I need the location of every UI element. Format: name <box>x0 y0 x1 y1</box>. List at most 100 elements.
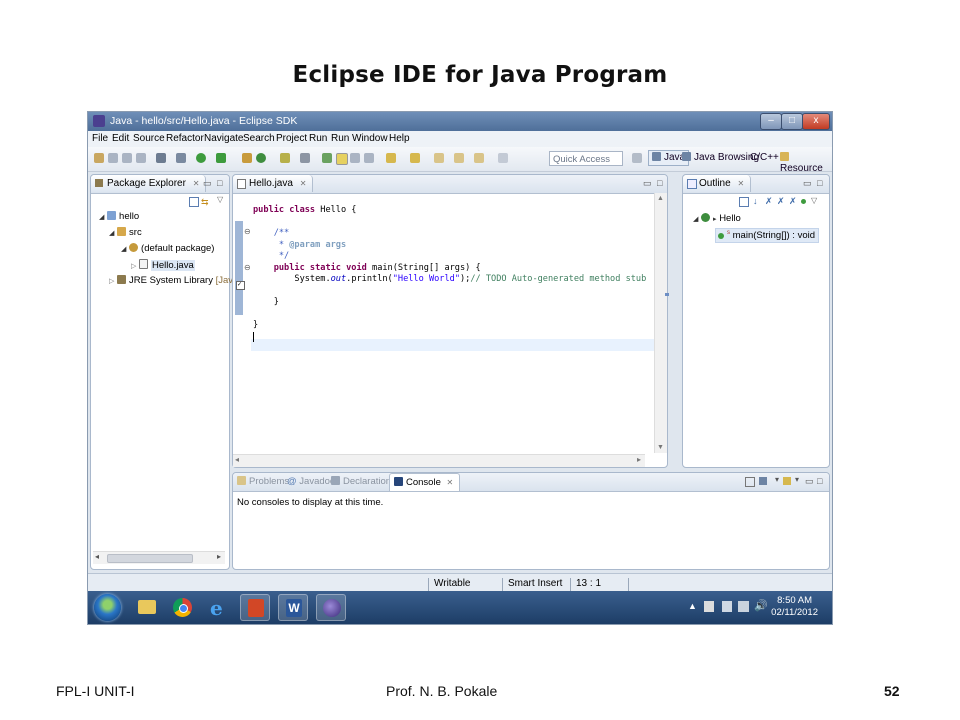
close-tab-icon[interactable]: ✕ <box>447 478 454 487</box>
previous-edit-icon[interactable] <box>410 153 420 163</box>
close-button[interactable]: x <box>802 113 830 130</box>
hide-static-icon[interactable]: ✗ <box>777 196 785 207</box>
action-center-icon[interactable] <box>704 601 714 612</box>
block-selection-icon[interactable] <box>364 153 374 163</box>
save-all-icon[interactable] <box>122 153 132 163</box>
perspective-cpp[interactable]: C/C++ <box>750 152 779 163</box>
search-icon[interactable] <box>300 153 310 163</box>
pin-console-icon[interactable] <box>783 477 791 485</box>
word-icon[interactable]: W <box>278 594 308 621</box>
skip-breakpoints-icon[interactable] <box>156 153 166 163</box>
last-edit-icon[interactable] <box>474 153 484 163</box>
link-with-editor-icon[interactable]: ⇆ <box>201 197 209 208</box>
powerpoint-icon[interactable] <box>240 594 270 621</box>
hide-fields-icon[interactable]: ✗ <box>765 196 773 207</box>
fold-icon[interactable]: ⊖ <box>244 227 251 236</box>
tab-console[interactable]: Console ✕ <box>389 473 461 491</box>
menu-edit[interactable]: Edit <box>112 133 129 144</box>
tab-javadoc[interactable]: @ Javadoc <box>287 476 335 487</box>
close-tab-icon[interactable]: ✕ <box>193 179 200 188</box>
perspective-java-browsing[interactable]: Java Browsing <box>682 152 759 163</box>
save-icon[interactable] <box>108 153 118 163</box>
maximize-button[interactable]: □ <box>781 113 803 130</box>
open-console-icon[interactable] <box>745 477 755 487</box>
hide-nonpublic-icon[interactable]: ✗ <box>789 196 797 207</box>
menu-navigate[interactable]: Navigate <box>204 133 243 144</box>
quick-access-input[interactable]: Quick Access <box>549 151 623 166</box>
show-whitespace-icon[interactable] <box>350 153 360 163</box>
close-tab-icon[interactable]: ✕ <box>737 179 744 188</box>
close-tab-icon[interactable]: ✕ <box>300 179 307 188</box>
minimize-view-icon[interactable]: ▭ <box>803 178 812 189</box>
print-icon[interactable] <box>136 153 146 163</box>
volume-icon[interactable]: 🔊 <box>754 599 768 612</box>
fold-icon[interactable]: ⊖ <box>244 263 251 272</box>
open-perspective-icon[interactable] <box>632 153 642 163</box>
display-console-icon[interactable] <box>759 477 767 485</box>
system-clock[interactable]: 8:50 AM 02/11/2012 <box>771 595 818 619</box>
debug-icon[interactable] <box>176 153 186 163</box>
tree-item-jre-library[interactable]: ▷ JRE System Library [JavaSE <box>109 275 251 286</box>
view-menu-icon[interactable]: ▽ <box>217 195 223 204</box>
tree-item-hello[interactable]: ◢ hello <box>99 211 139 222</box>
maximize-editor-icon[interactable]: □ <box>657 178 662 188</box>
collapse-all-icon[interactable] <box>739 197 749 207</box>
new-package-icon[interactable] <box>242 153 252 163</box>
editor-hscroll[interactable]: ◂ ▸ <box>233 454 645 467</box>
tab-hello-java[interactable]: Hello.java ✕ <box>233 175 314 192</box>
next-annotation-icon[interactable] <box>322 153 332 163</box>
menu-search[interactable]: Search <box>243 133 275 144</box>
menu-run[interactable]: Run <box>309 133 327 144</box>
menu-refactor[interactable]: Refactor <box>166 133 204 144</box>
toggle-mark-occurrences-icon[interactable] <box>336 153 348 165</box>
menu-run-2[interactable]: Run <box>331 133 349 144</box>
tab-declaration[interactable]: Declaration <box>331 476 391 487</box>
menu-file[interactable]: File <box>92 133 108 144</box>
run-icon[interactable] <box>196 153 206 163</box>
maximize-view-icon[interactable]: □ <box>817 178 822 188</box>
menu-help[interactable]: Help <box>389 133 410 144</box>
chrome-icon[interactable] <box>168 594 198 621</box>
minimize-button[interactable]: – <box>760 113 782 130</box>
back-icon[interactable] <box>434 153 444 163</box>
tree-item-src[interactable]: ◢ src <box>109 227 142 238</box>
outline-item-main[interactable]: s main(String[]) : void <box>715 228 820 244</box>
minimize-view-icon[interactable]: ▭ <box>203 178 212 189</box>
view-menu-icon[interactable]: ▽ <box>811 196 817 205</box>
network-icon[interactable] <box>738 601 749 612</box>
tab-outline[interactable]: Outline ✕ <box>683 175 752 192</box>
overview-task-marker[interactable] <box>665 293 669 296</box>
editor-vscroll[interactable]: ▲ ▼ <box>654 193 667 453</box>
sort-icon[interactable]: ↓ <box>753 196 758 206</box>
start-button[interactable] <box>94 594 121 621</box>
tab-problems[interactable]: Problems <box>237 476 289 487</box>
outline-item-hello[interactable]: ◢ ▸ Hello <box>693 213 741 224</box>
menu-source[interactable]: Source <box>133 133 165 144</box>
package-explorer-hscroll[interactable]: ◂ ▸ <box>93 551 225 564</box>
minimize-editor-icon[interactable]: ▭ <box>643 178 652 189</box>
maximize-view-icon[interactable]: □ <box>217 178 222 188</box>
power-icon[interactable] <box>722 601 732 612</box>
menu-window[interactable]: Window <box>352 133 388 144</box>
show-hidden-icons-icon[interactable]: ▲ <box>688 601 697 611</box>
internet-explorer-icon[interactable]: e <box>204 594 234 621</box>
next-edit-icon[interactable] <box>386 153 396 163</box>
external-tools-icon[interactable] <box>216 153 226 163</box>
task-marker-icon[interactable]: ✓ <box>236 281 245 290</box>
tree-item-hello-java[interactable]: ▷ Hello.java <box>131 259 195 271</box>
open-type-icon[interactable] <box>280 153 290 163</box>
dropdown-icon[interactable]: ▾ <box>775 475 779 484</box>
tree-item-default-package[interactable]: ◢ (default package) <box>121 243 214 254</box>
collapse-all-icon[interactable] <box>189 197 199 207</box>
menu-project[interactable]: Project <box>276 133 307 144</box>
view-menu-icon[interactable]: ▾ <box>795 475 799 484</box>
code-editor[interactable]: public class Hello { /** * @param args *… <box>253 205 646 343</box>
minimize-view-icon[interactable]: ▭ <box>805 476 814 487</box>
tab-package-explorer[interactable]: Package Explorer ✕ <box>91 175 207 192</box>
new-class-icon[interactable] <box>256 153 266 163</box>
explorer-icon[interactable] <box>132 594 162 621</box>
eclipse-taskbar-icon[interactable] <box>316 594 346 621</box>
perspective-resource[interactable]: Resource <box>780 152 832 174</box>
new-icon[interactable] <box>94 153 104 163</box>
pin-editor-icon[interactable] <box>498 153 508 163</box>
